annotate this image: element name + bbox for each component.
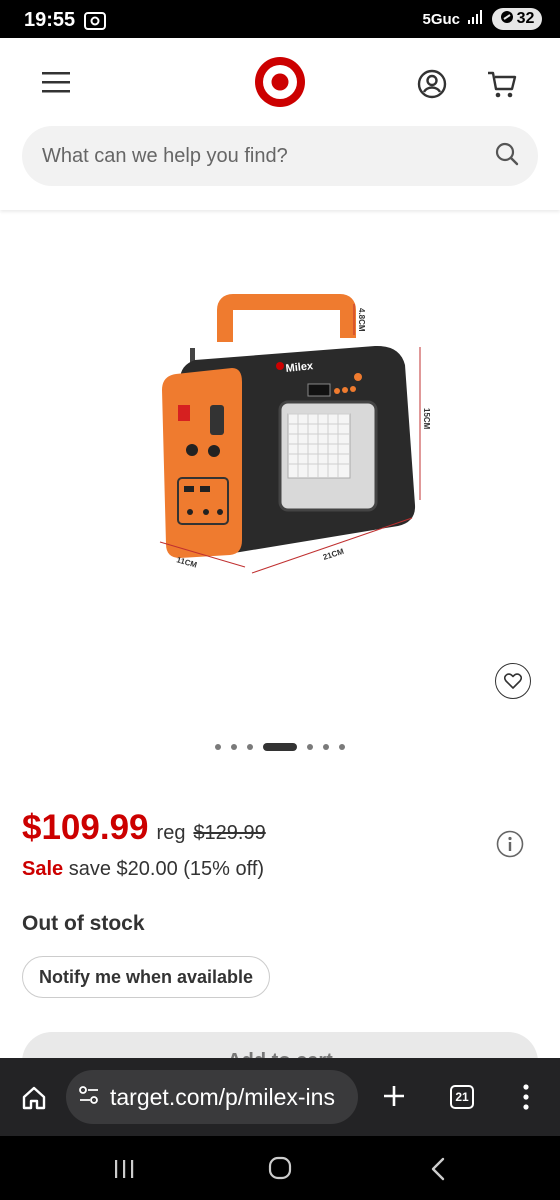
sale-row: Sale save $20.00 (15% off) xyxy=(22,858,264,881)
search-input[interactable] xyxy=(40,143,494,169)
height-label: 4.8CM xyxy=(357,308,366,332)
more-options-button[interactable] xyxy=(520,1082,532,1112)
hamburger-icon xyxy=(42,72,70,93)
network-type: 5Guc xyxy=(422,10,460,28)
image-carousel-dots xyxy=(0,743,560,751)
signal-icon xyxy=(468,9,484,29)
info-icon xyxy=(496,830,524,858)
product-image[interactable]: Milex 4.8CM 15CM 11CM 21CM xyxy=(140,290,440,580)
target-logo[interactable] xyxy=(253,55,307,109)
battery-indicator: 32 xyxy=(492,8,542,30)
menu-button[interactable] xyxy=(40,68,74,98)
regular-price: $129.99 xyxy=(193,822,266,844)
status-bar: 19:55 5Guc 32 xyxy=(0,0,560,38)
price-row: $109.99 reg $129.99 xyxy=(22,808,266,848)
tab-switcher-button[interactable]: 21 xyxy=(450,1085,474,1109)
cart-icon xyxy=(488,71,517,98)
site-settings-icon[interactable] xyxy=(78,1085,100,1110)
url-text: target.com/p/milex-ins xyxy=(110,1083,335,1110)
cart-button[interactable] xyxy=(485,68,519,100)
current-price: $109.99 xyxy=(22,808,149,847)
system-nav-bar xyxy=(0,1136,560,1200)
kebab-menu-icon xyxy=(523,1084,529,1110)
plus-icon xyxy=(384,1086,404,1106)
stock-status: Out of stock xyxy=(22,912,145,935)
status-time: 19:55 xyxy=(24,9,76,31)
home-icon xyxy=(22,1086,46,1110)
account-icon xyxy=(417,69,447,99)
carousel-dot[interactable] xyxy=(339,744,345,750)
heart-icon xyxy=(504,673,522,689)
length-label: 11CM xyxy=(175,555,198,570)
battery-level: 32 xyxy=(516,10,535,27)
back-button[interactable] xyxy=(428,1157,448,1186)
screenshot-icon xyxy=(84,12,106,35)
new-tab-button[interactable] xyxy=(380,1082,408,1110)
back-icon xyxy=(431,1157,445,1181)
recents-icon xyxy=(115,1160,134,1178)
favorite-button[interactable] xyxy=(495,663,531,699)
search-bar[interactable] xyxy=(22,126,538,186)
width-label: 21CM xyxy=(322,547,345,562)
browser-toolbar: target.com/p/milex-ins 21 xyxy=(0,1058,560,1136)
bullseye-logo-icon xyxy=(255,57,305,107)
regular-price-label: reg xyxy=(156,822,186,844)
status-indicators: 5Guc 32 xyxy=(422,8,542,30)
sale-label: Sale xyxy=(22,858,64,880)
notify-me-button[interactable]: Notify me when available xyxy=(22,956,271,998)
browser-home-button[interactable] xyxy=(20,1084,48,1112)
system-home-icon xyxy=(268,1156,292,1180)
recents-button[interactable] xyxy=(112,1158,136,1185)
system-home-button[interactable] xyxy=(268,1156,292,1185)
depth-label: 15CM xyxy=(422,408,431,430)
address-bar[interactable]: target.com/p/milex-ins xyxy=(66,1070,358,1124)
carousel-dot[interactable] xyxy=(323,744,329,750)
site-header xyxy=(0,38,560,210)
carousel-dot[interactable] xyxy=(215,744,221,750)
carousel-dot[interactable] xyxy=(231,744,237,750)
price-info-button[interactable] xyxy=(496,830,524,858)
carousel-dot[interactable] xyxy=(263,743,297,751)
account-button[interactable] xyxy=(416,68,448,100)
search-icon[interactable] xyxy=(494,141,520,172)
carousel-dot[interactable] xyxy=(307,744,313,750)
carousel-dot[interactable] xyxy=(247,744,253,750)
savings-text: save $20.00 (15% off) xyxy=(68,858,265,880)
battery-saver-icon xyxy=(500,10,514,29)
